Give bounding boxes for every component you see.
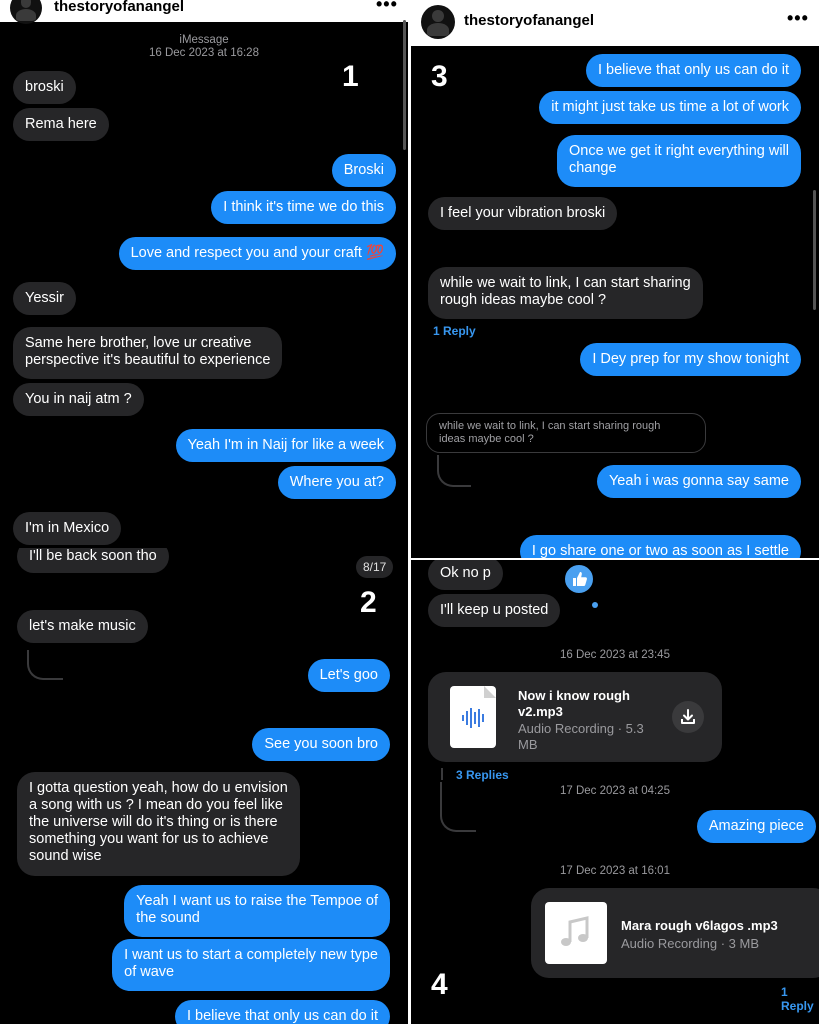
chat-panel-3: thestoryofanangel ••• 3 I believe that o…	[411, 0, 819, 558]
message-line: change	[568, 160, 617, 176]
message-outgoing[interactable]: Yeah I want us to raise the Tempoe of th…	[124, 885, 390, 937]
reply-connector	[437, 455, 471, 487]
message-outgoing[interactable]: I go share one or two as soon as I settl…	[519, 535, 801, 558]
message-outgoing[interactable]: Let's goo	[307, 659, 390, 692]
message-line: perspective it's beautiful to experience	[25, 352, 271, 368]
message-outgoing[interactable]: Where you at?	[277, 466, 396, 499]
scrollbar[interactable]	[403, 20, 406, 150]
chat-panel-1: thestoryofanangel ••• iMessage 16 Dec 20…	[0, 0, 408, 548]
message-incoming[interactable]: while we wait to link, I can start shari…	[428, 267, 703, 319]
file-name-line: v2.mp3	[518, 704, 563, 719]
quoted-line: ideas maybe cool ?	[439, 433, 534, 445]
message-incoming[interactable]: broski	[13, 71, 76, 104]
service-label: iMessage	[179, 34, 229, 46]
thread-line	[441, 768, 443, 780]
message-line: sound wise	[29, 848, 102, 864]
message-incoming[interactable]: I'll keep u posted	[428, 594, 561, 627]
file-meta-line: Audio Recording · 5.3	[518, 721, 644, 736]
avatar[interactable]	[10, 0, 42, 24]
timestamp: 17 Dec 2023 at 04:25	[560, 785, 670, 797]
chat-header: thestoryofanangel •••	[0, 0, 408, 24]
reply-count-link[interactable]: 1 Reply	[781, 985, 819, 1013]
message-incoming[interactable]: I feel your vibration broski	[428, 197, 618, 230]
timestamp: 16 Dec 2023 at 16:28	[149, 47, 259, 59]
message-incoming[interactable]: Ok no p	[428, 560, 503, 590]
message-line: a song with us ? I mean do you feel like	[29, 797, 283, 813]
message-line: the universe will do it's thing or is th…	[29, 814, 278, 830]
music-note-icon	[545, 902, 607, 964]
more-options-icon[interactable]: •••	[376, 0, 398, 15]
reply-connector	[27, 650, 63, 680]
message-line: the sound	[136, 910, 200, 926]
message-incoming[interactable]: Rema here	[13, 108, 109, 141]
reply-count-link[interactable]: 1 Reply	[433, 324, 476, 338]
file-name-line: Now i know rough	[518, 688, 630, 703]
panel-number: 3	[431, 60, 448, 93]
message-outgoing[interactable]: I believe that only us can do it	[174, 1000, 390, 1024]
message-incoming[interactable]: I'm in Mexico	[13, 512, 122, 545]
thumbs-up-reaction-icon[interactable]	[563, 563, 595, 595]
file-meta-line: MB	[518, 737, 538, 752]
chat-panel-4: Ok no p I'll keep u posted 16 Dec 2023 a…	[411, 560, 819, 1024]
message-outgoing[interactable]: See you soon bro	[252, 728, 390, 761]
message-incoming[interactable]: let's make music	[17, 610, 148, 643]
message-outgoing[interactable]: Once we get it right everything will cha…	[556, 135, 801, 187]
message-line: Same here brother, love ur creative	[25, 335, 252, 351]
message-incoming[interactable]: I'll be back soon tho	[17, 548, 169, 573]
message-line: something you want for us to achieve	[29, 831, 269, 847]
message-line: I gotta question yeah, how do u envision	[29, 780, 288, 796]
replies-count-link[interactable]: 3 Replies	[456, 768, 509, 782]
avatar[interactable]	[421, 5, 455, 39]
audio-file-message[interactable]: Now i know rough v2.mp3 Audio Recording …	[428, 672, 722, 762]
message-outgoing[interactable]: Yeah i was gonna say same	[596, 465, 801, 498]
username[interactable]: thestoryofanangel	[54, 0, 184, 15]
message-line: Yeah I want us to raise the Tempoe of	[136, 893, 378, 909]
scrollbar[interactable]	[813, 190, 816, 310]
more-options-icon[interactable]: •••	[787, 8, 809, 29]
timestamp: 16 Dec 2023 at 23:45	[560, 649, 670, 661]
message-line: while we wait to link, I can start shari…	[440, 275, 691, 291]
message-outgoing[interactable]: I believe that only us can do it	[585, 54, 801, 87]
message-outgoing[interactable]: I Dey prep for my show tonight	[580, 343, 801, 376]
quoted-line: while we wait to link, I can start shari…	[439, 420, 661, 432]
message-line: rough ideas maybe cool ?	[440, 292, 607, 308]
chat-panel-2: I'll be back soon tho 8/17 2 let's make …	[0, 548, 408, 1024]
file-name: Now i know rough v2.mp3	[518, 688, 630, 720]
message-incoming[interactable]: I gotta question yeah, how do u envision…	[17, 772, 300, 876]
message-line: Once we get it right everything will	[568, 143, 789, 159]
audio-file-icon	[450, 686, 496, 748]
username[interactable]: thestoryofanangel	[464, 12, 594, 29]
message-outgoing[interactable]: Amazing piece	[696, 810, 816, 843]
chat-header: thestoryofanangel •••	[411, 0, 819, 46]
message-outgoing[interactable]: I think it's time we do this	[211, 191, 396, 224]
panel-number: 1	[342, 60, 359, 93]
panel-number: 2	[360, 586, 377, 619]
timestamp: 17 Dec 2023 at 16:01	[560, 865, 670, 877]
message-incoming[interactable]: Yessir	[13, 282, 76, 315]
message-incoming[interactable]: You in naij atm ?	[13, 383, 144, 416]
reaction-dot	[592, 602, 598, 608]
message-incoming[interactable]: Same here brother, love ur creative pers…	[13, 327, 283, 379]
file-name: Mara rough v6lagos .mp3	[621, 918, 778, 933]
message-line: I want us to start a completely new type	[124, 947, 378, 963]
file-meta: Audio Recording · 5.3 MB	[518, 721, 644, 753]
message-line: of wave	[124, 964, 175, 980]
message-outgoing[interactable]: Broski	[331, 154, 396, 187]
message-outgoing[interactable]: it might just take us time a lot of work	[539, 91, 801, 124]
quoted-reply-preview[interactable]: while we wait to link, I can start shari…	[426, 413, 706, 453]
message-outgoing[interactable]: Yeah I'm in Naij for like a week	[175, 429, 396, 462]
message-outgoing[interactable]: Love and respect you and your craft 💯	[118, 237, 396, 270]
download-icon[interactable]	[672, 701, 704, 733]
page-counter: 8/17	[356, 556, 394, 578]
message-outgoing[interactable]: I want us to start a completely new type…	[112, 939, 390, 991]
audio-file-message[interactable]: Mara rough v6lagos .mp3 Audio Recording …	[531, 888, 819, 978]
panel-number: 4	[431, 968, 448, 1001]
file-meta: Audio Recording · 3 MB	[621, 936, 760, 951]
